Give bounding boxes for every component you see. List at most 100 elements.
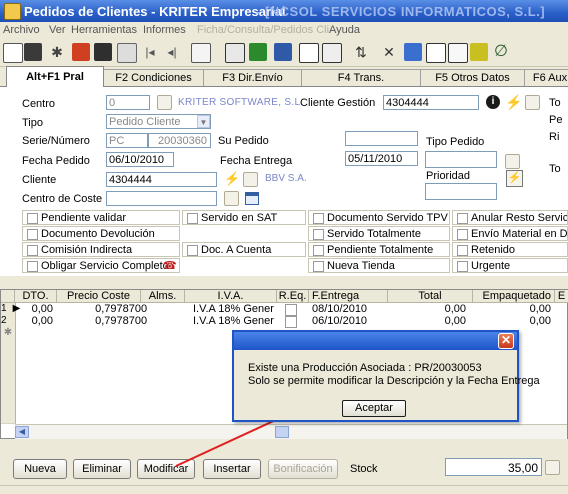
close-icon[interactable]: ✕ <box>498 333 514 349</box>
horizontal-scrollbar[interactable]: ◀ <box>15 424 567 439</box>
cb-servido-sat[interactable]: Servido en SAT <box>182 210 306 225</box>
tab-pral[interactable]: Alt+F1 Pral <box>6 66 104 87</box>
cell-iva[interactable]: I.V.A 18% Gener <box>193 303 277 315</box>
tipo-pedido-lookup-button[interactable] <box>505 154 520 169</box>
cell-alms[interactable]: 0 <box>141 303 161 315</box>
checkbox[interactable] <box>27 261 38 272</box>
scroll-left-icon[interactable]: ◀ <box>15 426 29 438</box>
tipo-select[interactable]: Pedido Cliente <box>106 114 211 129</box>
checkbox[interactable] <box>313 229 324 240</box>
checkbox[interactable] <box>313 245 324 256</box>
tab-condiciones[interactable]: F2 Condiciones <box>103 69 204 86</box>
insertar-button[interactable]: Insertar <box>203 459 261 479</box>
cell-iva[interactable]: I.V.A 18% Gener <box>193 315 277 327</box>
su-pedido-input[interactable] <box>345 131 418 146</box>
cliente-gestion-lookup-button[interactable] <box>525 95 540 110</box>
centro-lookup-button[interactable] <box>157 95 172 110</box>
checkbox[interactable] <box>27 229 38 240</box>
filter-icon[interactable] <box>117 43 137 63</box>
lightning-icon[interactable]: ⚡ <box>505 94 522 110</box>
cb-documento-servido-tpv[interactable]: Documento Servido TPV <box>308 210 450 225</box>
fecha-entrega-input[interactable]: 05/11/2010 <box>345 151 418 166</box>
checkbox[interactable] <box>27 213 38 224</box>
copy-icon[interactable]: ✕ <box>380 43 398 61</box>
preview-icon[interactable] <box>3 43 23 63</box>
sort-icon[interactable] <box>322 43 342 63</box>
prioridad-icon-button[interactable]: ⚡ <box>506 170 523 187</box>
col-req[interactable]: R.Eq. <box>277 290 309 303</box>
new-doc-icon[interactable]: ◂| <box>163 43 181 61</box>
fecha-pedido-input[interactable]: 06/10/2010 <box>106 152 174 167</box>
tipo-pedido-input[interactable] <box>425 151 497 168</box>
cell-fentrega[interactable]: 06/10/2010 <box>312 315 388 327</box>
prioridad-input[interactable] <box>425 183 497 200</box>
user-icon[interactable] <box>249 43 267 61</box>
menu-ver[interactable]: Ver <box>49 24 66 36</box>
checkbox[interactable] <box>457 213 468 224</box>
first-icon[interactable]: |◂ <box>141 43 159 61</box>
col-alms[interactable]: Alms. <box>141 290 185 303</box>
modificar-button[interactable]: Modificar <box>137 459 195 479</box>
centro-coste-input[interactable] <box>106 191 217 206</box>
cb-pendiente-totalmente[interactable]: Pendiente Totalmente <box>308 242 450 257</box>
tab-aux[interactable]: F6 Aux <box>524 69 568 86</box>
centro-coste-lookup-button[interactable] <box>224 191 239 206</box>
bonificacion-button[interactable]: Bonificación <box>268 459 338 479</box>
info-icon[interactable]: i <box>486 95 500 109</box>
cell-empaquetado[interactable]: 0,00 <box>473 315 551 327</box>
cliente-input[interactable]: 4304444 <box>106 172 217 187</box>
checkbox[interactable] <box>313 213 324 224</box>
cell-req-checkbox[interactable] <box>285 304 297 316</box>
col-iva[interactable]: I.V.A. <box>185 290 277 303</box>
print-icon[interactable] <box>24 43 42 61</box>
cb-envio-material[interactable]: Envío Material en De <box>452 226 568 241</box>
delete-icon[interactable] <box>94 43 112 61</box>
checkbox[interactable] <box>457 245 468 256</box>
numero-input[interactable]: 20030360 <box>148 133 211 148</box>
checkbox[interactable] <box>313 261 324 272</box>
cell-precio[interactable]: 0,797870 <box>57 303 141 315</box>
cell-dto[interactable]: 0,00 <box>15 303 53 315</box>
col-empaquetado[interactable]: Empaquetado <box>473 290 555 303</box>
cliente-gestion-input[interactable]: 4304444 <box>383 95 479 110</box>
edit-icon[interactable] <box>72 43 90 61</box>
chevron-down-icon[interactable]: ▼ <box>197 115 210 128</box>
cell-alms[interactable]: 0 <box>141 315 161 327</box>
menu-herramientas[interactable]: Herramientas <box>71 24 137 36</box>
centro-input[interactable]: 0 <box>106 95 150 110</box>
cb-pendiente-validar[interactable]: Pendiente validar <box>22 210 180 225</box>
cb-obligar-servicio[interactable]: Obligar Servicio Completo ☎ <box>22 258 180 273</box>
calendar-icon[interactable] <box>245 192 259 205</box>
menu-informes[interactable]: Informes <box>143 24 186 36</box>
tab-dir-envio[interactable]: F3 Dir.Envío <box>203 69 302 86</box>
link-icon[interactable] <box>448 43 468 63</box>
grid-icon[interactable] <box>191 43 211 63</box>
cb-servido-totalmente[interactable]: Servido Totalmente <box>308 226 450 241</box>
checkbox[interactable] <box>457 261 468 272</box>
tab-trans[interactable]: F4 Trans. <box>301 69 421 86</box>
col-e[interactable]: E <box>555 290 568 303</box>
aceptar-button[interactable]: Aceptar <box>342 400 406 417</box>
serie-input[interactable]: PC <box>106 133 148 148</box>
menu-archivo[interactable]: Archivo <box>3 24 40 36</box>
calc-icon[interactable] <box>274 43 292 61</box>
checkbox[interactable] <box>187 245 198 256</box>
col-total[interactable]: Total <box>388 290 473 303</box>
stock-lookup-button[interactable] <box>545 460 560 475</box>
cliente-lightning-icon[interactable]: ⚡ <box>224 171 240 187</box>
checkbox[interactable] <box>187 213 198 224</box>
cell-total[interactable]: 0,00 <box>388 303 466 315</box>
cb-doc-a-cuenta[interactable]: Doc. A Cuenta <box>182 242 306 257</box>
eliminar-button[interactable]: Eliminar <box>73 459 131 479</box>
cb-retenido[interactable]: Retenido <box>452 242 568 257</box>
cell-req-checkbox[interactable] <box>285 316 297 328</box>
tools-icon[interactable]: ✱ <box>48 43 66 61</box>
menu-ayuda[interactable]: Ayuda <box>329 24 360 36</box>
col-dto[interactable]: DTO. <box>15 290 57 303</box>
cliente-lookup-button[interactable] <box>243 172 258 187</box>
cb-anular-resto[interactable]: Anular Resto Servicio <box>452 210 568 225</box>
cb-nueva-tienda[interactable]: Nueva Tienda <box>308 258 450 273</box>
cell-total[interactable]: 0,00 <box>388 315 466 327</box>
nueva-button[interactable]: Nueva <box>13 459 67 479</box>
cb-urgente[interactable]: Urgente <box>452 258 568 273</box>
